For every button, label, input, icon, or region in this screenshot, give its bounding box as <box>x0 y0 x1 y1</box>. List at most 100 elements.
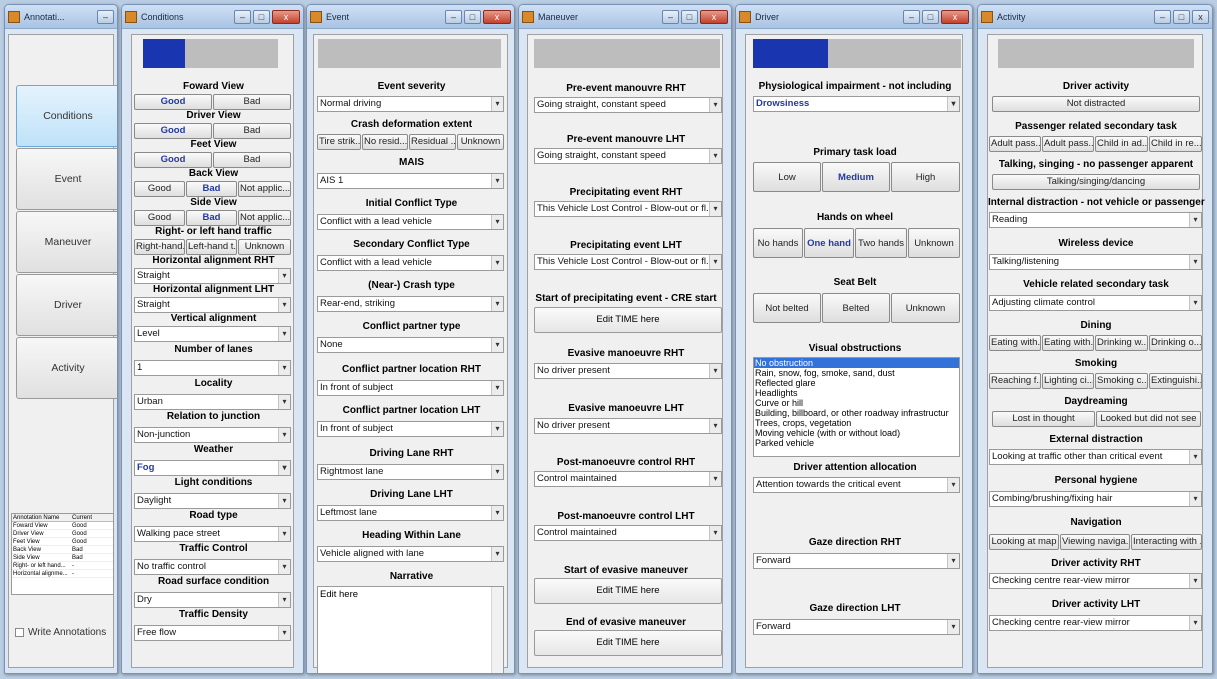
close-button[interactable]: x <box>1192 9 1209 24</box>
nav-driver-button[interactable]: Driver <box>16 274 117 336</box>
act-rht-dropdown[interactable]: Checking centre rear-view mirror <box>989 573 1202 589</box>
passenger-option-1-button[interactable]: Adult pass... <box>989 136 1041 152</box>
initial-conflict-dropdown[interactable]: Conflict with a lead vehicle <box>317 214 504 230</box>
minimize-button[interactable]: – <box>1154 9 1171 24</box>
looked-but-did-not-see-button[interactable]: Looked but did not see <box>1096 411 1201 427</box>
nav-maneuver-button[interactable]: Maneuver <box>16 211 117 273</box>
density-dropdown[interactable]: Free flow <box>134 625 291 641</box>
start-evasive-time-button[interactable]: Edit TIME here <box>534 578 722 604</box>
physio-dropdown[interactable]: Drowsiness <box>753 96 960 112</box>
side-not-applic-button[interactable]: Not applic... <box>238 210 291 226</box>
post-lht-dropdown[interactable]: Control maintained <box>534 525 722 541</box>
list-item[interactable]: Curve or hill <box>754 398 959 408</box>
lanes-dropdown[interactable]: 1 <box>134 360 291 376</box>
driver-good-button[interactable]: Good <box>134 123 212 139</box>
weather-dropdown[interactable]: Fog <box>134 460 291 476</box>
dining-option-4-button[interactable]: Drinking o... <box>1149 335 1202 351</box>
light-dropdown[interactable]: Daylight <box>134 493 291 509</box>
side-good-button[interactable]: Good <box>134 210 185 226</box>
traffic-unknown-button[interactable]: Unknown <box>238 239 291 255</box>
not-belted-button[interactable]: Not belted <box>753 293 821 323</box>
title-bar[interactable]: Event – □ x <box>307 5 514 29</box>
checkbox-box[interactable] <box>15 628 24 637</box>
close-button[interactable]: x <box>483 9 511 24</box>
table-row[interactable]: Driver View Good <box>12 530 113 538</box>
crash-type-dropdown[interactable]: Rear-end, striking <box>317 296 504 312</box>
maximize-button[interactable]: □ <box>922 9 939 24</box>
belt-unknown-button[interactable]: Unknown <box>891 293 960 323</box>
pre-lht-dropdown[interactable]: Going straight, constant speed <box>534 148 722 164</box>
navigation-option-3-button[interactable]: Interacting with ... <box>1131 534 1202 550</box>
title-bar[interactable]: Annotati... – <box>5 5 117 29</box>
maximize-button[interactable]: □ <box>681 9 698 24</box>
table-row[interactable]: Side View Bad <box>12 554 113 562</box>
partner-loc-rht-dropdown[interactable]: In front of subject <box>317 380 504 396</box>
not-distracted-button[interactable]: Not distracted <box>992 96 1200 112</box>
v-align-dropdown[interactable]: Level <box>134 326 291 342</box>
maximize-button[interactable]: □ <box>1173 9 1190 24</box>
smoking-option-4-button[interactable]: Extinguishi... <box>1149 373 1202 389</box>
nav-activity-button[interactable]: Activity <box>16 337 117 399</box>
maximize-button[interactable]: □ <box>253 9 270 24</box>
minimize-button[interactable]: – <box>234 9 251 24</box>
list-item[interactable]: Parked vehicle <box>754 438 959 448</box>
minimize-button[interactable]: – <box>97 9 114 24</box>
passenger-option-4-button[interactable]: Child in re... <box>1149 136 1202 152</box>
precip-rht-dropdown[interactable]: This Vehicle Lost Control - Blow-out or … <box>534 201 722 217</box>
hands-unknown-button[interactable]: Unknown <box>908 228 960 258</box>
end-evasive-time-button[interactable]: Edit TIME here <box>534 630 722 656</box>
smoking-option-2-button[interactable]: Lighting ci... <box>1042 373 1094 389</box>
title-bar[interactable]: Conditions – □ x <box>122 5 303 29</box>
passenger-option-2-button[interactable]: Adult pass... <box>1042 136 1094 152</box>
start-precip-time-button[interactable]: Edit TIME here <box>534 307 722 333</box>
maximize-button[interactable]: □ <box>464 9 481 24</box>
list-item[interactable]: Building, billboard, or other roadway in… <box>754 408 959 418</box>
pre-rht-dropdown[interactable]: Going straight, constant speed <box>534 97 722 113</box>
talking-button[interactable]: Talking/singing/dancing <box>992 174 1200 190</box>
title-bar[interactable]: Driver – □ x <box>736 5 972 29</box>
partner-loc-lht-dropdown[interactable]: In front of subject <box>317 421 504 437</box>
h-align-lht-dropdown[interactable]: Straight <box>134 297 291 313</box>
close-button[interactable]: x <box>272 9 300 24</box>
internal-distraction-dropdown[interactable]: Reading <box>989 212 1202 228</box>
crash-unknown-button[interactable]: Unknown <box>457 134 504 150</box>
smoking-option-1-button[interactable]: Reaching f... <box>989 373 1041 389</box>
hygiene-dropdown[interactable]: Combing/brushing/fixing hair <box>989 491 1202 507</box>
title-bar[interactable]: Activity – □ x <box>978 5 1212 29</box>
tire-strike-button[interactable]: Tire strik... <box>317 134 361 150</box>
dining-option-2-button[interactable]: Eating with... <box>1042 335 1094 351</box>
visual-obstructions-listbox[interactable]: No obstruction Rain, snow, fog, smoke, s… <box>753 357 960 457</box>
foward-bad-button[interactable]: Bad <box>213 94 291 110</box>
annotation-table[interactable]: Annotation Name Current Foward View Good D… <box>11 513 114 595</box>
right-hand-button[interactable]: Right-hand... <box>134 239 185 255</box>
evasive-lht-dropdown[interactable]: No driver present <box>534 418 722 434</box>
wireless-dropdown[interactable]: Talking/listening <box>989 254 1202 270</box>
feet-bad-button[interactable]: Bad <box>213 152 291 168</box>
task-load-low-button[interactable]: Low <box>753 162 821 192</box>
belted-button[interactable]: Belted <box>822 293 890 323</box>
locality-dropdown[interactable]: Urban <box>134 394 291 410</box>
external-distraction-dropdown[interactable]: Looking at traffic other than critical e… <box>989 449 1202 465</box>
mais-dropdown[interactable]: AIS 1 <box>317 173 504 189</box>
driver-bad-button[interactable]: Bad <box>213 123 291 139</box>
no-residual-button[interactable]: No resid... <box>362 134 408 150</box>
table-row[interactable]: Feet View Good <box>12 538 113 546</box>
write-annotations-checkbox[interactable]: Write Annotations <box>15 627 106 638</box>
minimize-button[interactable]: – <box>445 9 462 24</box>
h-align-rht-dropdown[interactable]: Straight <box>134 268 291 284</box>
list-item[interactable]: No obstruction <box>754 358 959 368</box>
lost-in-thought-button[interactable]: Lost in thought <box>992 411 1095 427</box>
back-good-button[interactable]: Good <box>134 181 185 197</box>
surface-dropdown[interactable]: Dry <box>134 592 291 608</box>
list-item[interactable]: Reflected glare <box>754 378 959 388</box>
lane-rht-dropdown[interactable]: Rightmost lane <box>317 464 504 480</box>
no-hands-button[interactable]: No hands <box>753 228 803 258</box>
table-row[interactable]: Horizontal alignme... - <box>12 570 113 578</box>
close-button[interactable]: x <box>700 9 728 24</box>
minimize-button[interactable]: – <box>662 9 679 24</box>
secondary-conflict-dropdown[interactable]: Conflict with a lead vehicle <box>317 255 504 271</box>
smoking-option-3-button[interactable]: Smoking c... <box>1095 373 1148 389</box>
nav-event-button[interactable]: Event <box>16 148 117 210</box>
foward-good-button[interactable]: Good <box>134 94 212 110</box>
table-row[interactable]: Back View Bad <box>12 546 113 554</box>
